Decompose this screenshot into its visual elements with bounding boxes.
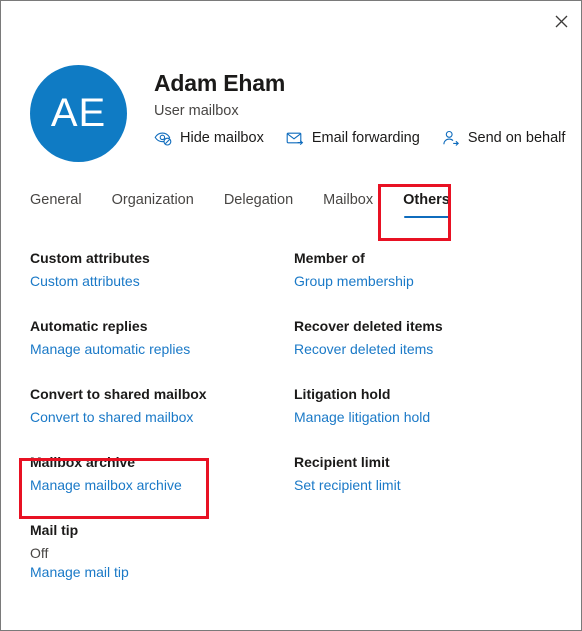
setting-title: Automatic replies xyxy=(30,318,148,334)
setting-recover-deleted-items: Recover deleted items Recover deleted it… xyxy=(294,317,554,359)
setting-link[interactable]: Group membership xyxy=(294,272,414,291)
setting-link[interactable]: Convert to shared mailbox xyxy=(30,408,193,427)
tab-delegation-label: Delegation xyxy=(223,192,294,208)
person-arrow-icon xyxy=(442,129,460,147)
setting-custom-attributes: Custom attributes Custom attributes xyxy=(30,249,294,291)
identity-block: Adam Eham User mailbox xyxy=(154,69,573,120)
send-on-behalf-action[interactable]: Send on behalf xyxy=(442,129,566,147)
setting-link[interactable]: Manage automatic replies xyxy=(30,340,190,359)
setting-link[interactable]: Manage mailbox archive xyxy=(30,476,182,495)
avatar: AE xyxy=(30,65,127,162)
setting-title: Recipient limit xyxy=(294,454,390,470)
hide-mailbox-action[interactable]: Hide mailbox xyxy=(154,129,264,147)
setting-link[interactable]: Custom attributes xyxy=(30,272,140,291)
email-forwarding-action[interactable]: Email forwarding xyxy=(286,129,420,147)
tab-others[interactable]: Others xyxy=(403,191,450,223)
settings-grid: Custom attributes Custom attributes Memb… xyxy=(30,249,554,608)
tab-mailbox[interactable]: Mailbox xyxy=(323,191,373,223)
header-actions: Hide mailbox Email forwarding Send on be… xyxy=(154,129,565,147)
tab-general-label: General xyxy=(30,192,82,208)
mailbox-details-panel: AE Adam Eham User mailbox Hide mailbox E… xyxy=(0,0,582,631)
setting-mailbox-archive: Mailbox archive Manage mailbox archive xyxy=(30,453,294,495)
setting-mail-tip: Mail tip Off Manage mail tip xyxy=(30,521,294,582)
setting-member-of: Member of Group membership xyxy=(294,249,554,291)
tab-organization-label: Organization xyxy=(111,192,194,208)
hide-mailbox-label: Hide mailbox xyxy=(180,130,264,146)
close-icon xyxy=(555,15,568,28)
send-on-behalf-label: Send on behalf xyxy=(467,130,566,146)
setting-link[interactable]: Manage litigation hold xyxy=(294,408,430,427)
setting-convert-to-shared-mailbox: Convert to shared mailbox Convert to sha… xyxy=(30,385,294,427)
setting-link[interactable]: Set recipient limit xyxy=(294,476,401,495)
setting-title: Mail tip xyxy=(30,522,79,538)
setting-title: Mailbox archive xyxy=(30,454,136,470)
setting-title: Convert to shared mailbox xyxy=(30,386,207,402)
tab-mailbox-label: Mailbox xyxy=(323,192,374,208)
page-title: Adam Eham xyxy=(154,70,286,96)
setting-recipient-limit: Recipient limit Set recipient limit xyxy=(294,453,554,495)
mail-forward-icon xyxy=(286,129,304,147)
tab-others-label: Others xyxy=(403,192,450,208)
tab-delegation[interactable]: Delegation xyxy=(224,191,293,223)
user-header: AE Adam Eham User mailbox Hide mailbox E… xyxy=(1,57,581,175)
setting-link[interactable]: Manage mail tip xyxy=(30,563,129,582)
mailbox-type-label: User mailbox xyxy=(154,103,239,119)
tab-organization[interactable]: Organization xyxy=(112,191,194,223)
setting-title: Custom attributes xyxy=(30,250,150,266)
email-forwarding-label: Email forwarding xyxy=(311,130,420,146)
setting-value: Off xyxy=(30,545,49,561)
setting-link[interactable]: Recover deleted items xyxy=(294,340,433,359)
eye-hide-icon xyxy=(154,129,172,147)
setting-litigation-hold: Litigation hold Manage litigation hold xyxy=(294,385,554,427)
setting-title: Litigation hold xyxy=(294,386,391,402)
others-tab-content: Custom attributes Custom attributes Memb… xyxy=(30,249,554,608)
active-tab-underline xyxy=(404,215,449,218)
tab-general[interactable]: General xyxy=(30,191,82,223)
setting-title: Recover deleted items xyxy=(294,318,443,334)
tab-strip: General Organization Delegation Mailbox … xyxy=(30,191,450,223)
setting-automatic-replies: Automatic replies Manage automatic repli… xyxy=(30,317,294,359)
setting-title: Member of xyxy=(294,250,365,266)
close-button[interactable] xyxy=(546,6,576,36)
avatar-initials: AE xyxy=(50,91,107,135)
